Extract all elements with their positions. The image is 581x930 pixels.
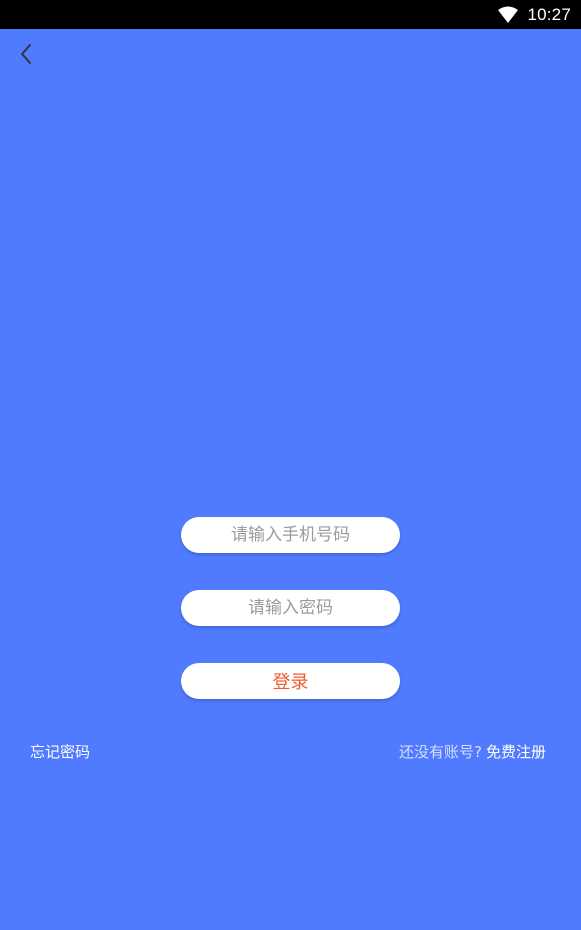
- status-bar: 10:27: [0, 0, 581, 29]
- status-icons: 10:27: [497, 0, 571, 29]
- password-input[interactable]: [181, 590, 400, 626]
- chevron-left-icon: [19, 43, 33, 69]
- forgot-password-link[interactable]: 忘记密码: [30, 741, 90, 762]
- password-field: [181, 590, 400, 626]
- login-button[interactable]: 登录: [181, 663, 400, 699]
- phone-input[interactable]: [181, 517, 400, 553]
- register-row: 还没有账号? 免费注册: [399, 741, 546, 762]
- phone-field: [181, 517, 400, 553]
- back-button[interactable]: [12, 42, 40, 70]
- wifi-icon: [497, 6, 519, 24]
- no-account-text: 还没有账号?: [399, 743, 482, 761]
- login-screen: 10:27 登录 忘记密码 还没有账号?免费注册: [0, 0, 581, 930]
- status-time: 10:27: [527, 4, 571, 24]
- login-button-label: 登录: [272, 672, 309, 693]
- register-link[interactable]: 免费注册: [486, 743, 546, 761]
